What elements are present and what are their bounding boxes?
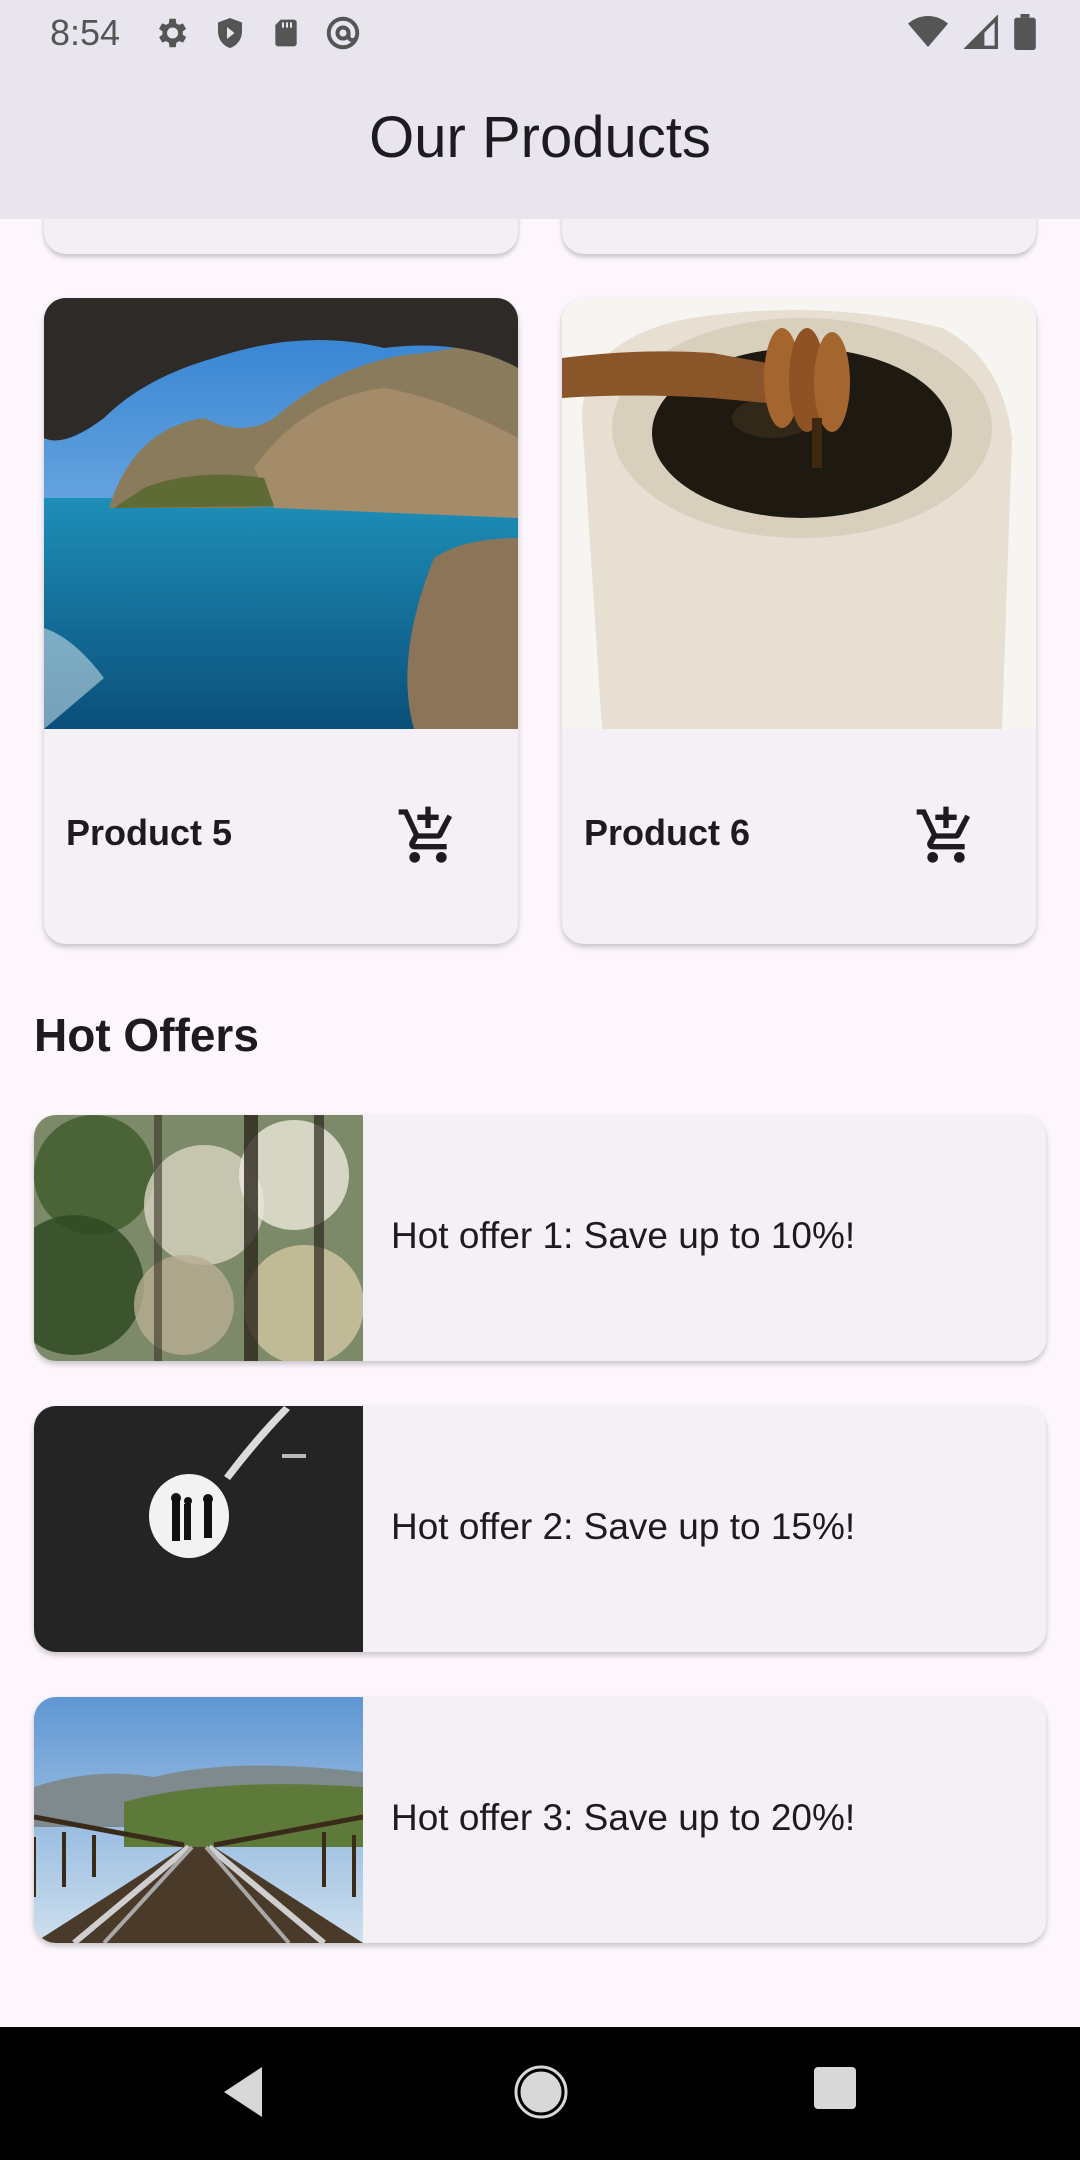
top-app-bar: 8:54 Our Products [0,0,1080,219]
wifi-icon [908,15,948,49]
system-nav-bar [0,2027,1080,2160]
offer-card[interactable]: Hot offer 1: Save up to 10%! [34,1115,1046,1361]
home-icon[interactable] [514,2065,568,2124]
offer-text: Hot offer 2: Save up to 15%! [391,1506,856,1547]
offer-image [34,1115,363,1361]
product-image [44,298,518,729]
offer-text: Hot offer 3: Save up to 20%! [391,1797,856,1838]
section-title-hot-offers: Hot Offers [34,1009,259,1061]
product-name: Product 5 [66,812,233,853]
offer-text: Hot offer 1: Save up to 10%! [391,1215,856,1256]
at-sign-icon [324,14,362,52]
recents-icon[interactable] [812,2065,858,2116]
shield-icon [212,14,248,52]
offer-card[interactable]: Hot offer 2: Save up to 15%! [34,1406,1046,1652]
battery-icon [1014,14,1036,50]
status-bar: 8:54 [0,0,1080,66]
status-time: 8:54 [50,12,121,53]
product-card[interactable]: Product 6 [562,298,1036,944]
offer-image [34,1697,363,1943]
product-name: Product 6 [584,812,751,853]
settings-icon [152,14,190,52]
offer-image [34,1406,363,1652]
add-shopping-cart-icon[interactable] [396,804,460,868]
back-icon[interactable] [220,2065,266,2124]
cell-signal-icon [964,15,998,49]
product-card[interactable]: Product 5 [44,298,518,944]
sd-card-icon [270,14,302,52]
page-title: Our Products [369,105,711,170]
offer-card[interactable]: Hot offer 3: Save up to 20%! [34,1697,1046,1943]
add-shopping-cart-icon[interactable] [914,804,978,868]
product-image [562,298,1036,729]
